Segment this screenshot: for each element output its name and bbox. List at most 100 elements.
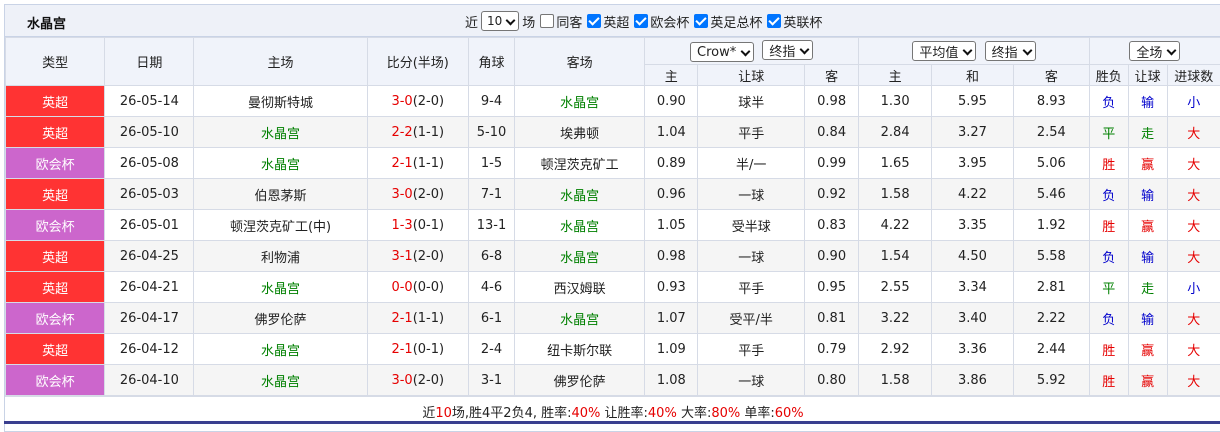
league-checkbox-facup[interactable] <box>694 14 708 28</box>
odds-away[interactable]: 2.44 <box>1013 334 1089 365</box>
away-team-link[interactable]: 水晶宫 <box>515 303 645 334</box>
handicap-home-odds[interactable]: 1.05 <box>645 210 698 241</box>
handicap-line[interactable]: 半/一 <box>698 148 805 179</box>
home-team-link[interactable]: 水晶宫 <box>194 334 367 365</box>
home-team-link[interactable]: 水晶宫 <box>194 272 367 303</box>
odds-draw[interactable]: 3.27 <box>932 117 1014 148</box>
handicap-away-odds[interactable]: 0.81 <box>804 303 858 334</box>
away-team-link[interactable]: 水晶宫 <box>515 210 645 241</box>
odds-away[interactable]: 5.46 <box>1013 179 1089 210</box>
handicap-type-select[interactable]: 终指 <box>762 40 813 60</box>
score-cell[interactable]: 3-0(2-0) <box>367 86 468 117</box>
handicap-home-odds[interactable]: 0.98 <box>645 241 698 272</box>
odds-home[interactable]: 2.92 <box>859 334 932 365</box>
odds-draw[interactable]: 3.86 <box>932 365 1014 396</box>
away-team-link[interactable]: 西汉姆联 <box>515 272 645 303</box>
handicap-home-odds[interactable]: 1.08 <box>645 365 698 396</box>
score-cell[interactable]: 3-0(2-0) <box>367 179 468 210</box>
handicap-line[interactable]: 平手 <box>698 272 805 303</box>
handicap-away-odds[interactable]: 0.90 <box>804 241 858 272</box>
handicap-line[interactable]: 平手 <box>698 117 805 148</box>
recent-count-select[interactable]: 10 <box>481 11 519 31</box>
odds-home[interactable]: 1.54 <box>859 241 932 272</box>
handicap-line[interactable]: 一球 <box>698 179 805 210</box>
handicap-line[interactable]: 一球 <box>698 365 805 396</box>
handicap-away-odds[interactable]: 0.83 <box>804 210 858 241</box>
odds-home[interactable]: 4.22 <box>859 210 932 241</box>
home-team-link[interactable]: 佛罗伦萨 <box>194 303 367 334</box>
odds-away[interactable]: 5.06 <box>1013 148 1089 179</box>
handicap-home-odds[interactable]: 0.93 <box>645 272 698 303</box>
handicap-home-odds[interactable]: 1.07 <box>645 303 698 334</box>
handicap-away-odds[interactable]: 0.99 <box>804 148 858 179</box>
handicap-away-odds[interactable]: 0.95 <box>804 272 858 303</box>
score-cell[interactable]: 3-0(2-0) <box>367 365 468 396</box>
score-cell[interactable]: 2-1(0-1) <box>367 334 468 365</box>
odds-home[interactable]: 3.22 <box>859 303 932 334</box>
odds-draw[interactable]: 4.22 <box>932 179 1014 210</box>
score-cell[interactable]: 1-3(0-1) <box>367 210 468 241</box>
league-checkbox-eflcup[interactable] <box>767 14 781 28</box>
score-cell[interactable]: 0-0(0-0) <box>367 272 468 303</box>
home-team-link[interactable]: 顿涅茨克矿工(中) <box>194 210 367 241</box>
odds-draw[interactable]: 3.34 <box>932 272 1014 303</box>
home-team-link[interactable]: 伯恩茅斯 <box>194 179 367 210</box>
odds-away[interactable]: 8.93 <box>1013 86 1089 117</box>
league-checkbox-uecl[interactable] <box>634 14 648 28</box>
odds-home[interactable]: 2.55 <box>859 272 932 303</box>
handicap-home-odds[interactable]: 0.90 <box>645 86 698 117</box>
handicap-home-odds[interactable]: 1.09 <box>645 334 698 365</box>
same-home-checkbox[interactable] <box>540 14 554 28</box>
away-team-link[interactable]: 水晶宫 <box>515 241 645 272</box>
away-team-link[interactable]: 水晶宫 <box>515 179 645 210</box>
odds-away[interactable]: 1.92 <box>1013 210 1089 241</box>
away-team-link[interactable]: 埃弗顿 <box>515 117 645 148</box>
odds-draw[interactable]: 3.95 <box>932 148 1014 179</box>
home-team-link[interactable]: 曼彻斯特城 <box>194 86 367 117</box>
home-team-link[interactable]: 水晶宫 <box>194 148 367 179</box>
odds-away[interactable]: 2.22 <box>1013 303 1089 334</box>
handicap-home-odds[interactable]: 1.04 <box>645 117 698 148</box>
handicap-line[interactable]: 一球 <box>698 241 805 272</box>
handicap-home-odds[interactable]: 0.96 <box>645 179 698 210</box>
odds-away[interactable]: 5.92 <box>1013 365 1089 396</box>
odds-home[interactable]: 1.30 <box>859 86 932 117</box>
average-select[interactable]: 平均值 <box>912 41 976 61</box>
handicap-line[interactable]: 球半 <box>698 86 805 117</box>
handicap-away-odds[interactable]: 0.80 <box>804 365 858 396</box>
handicap-line[interactable]: 受半球 <box>698 210 805 241</box>
handicap-line[interactable]: 受平/半 <box>698 303 805 334</box>
odds-draw[interactable]: 3.40 <box>932 303 1014 334</box>
away-team-link[interactable]: 顿涅茨克矿工 <box>515 148 645 179</box>
handicap-home-odds[interactable]: 0.89 <box>645 148 698 179</box>
odds-home[interactable]: 1.65 <box>859 148 932 179</box>
handicap-away-odds[interactable]: 0.92 <box>804 179 858 210</box>
score-cell[interactable]: 2-1(1-1) <box>367 303 468 334</box>
period-select[interactable]: 全场 <box>1129 41 1180 61</box>
handicap-away-odds[interactable]: 0.84 <box>804 117 858 148</box>
odds-home[interactable]: 2.84 <box>859 117 932 148</box>
score-cell[interactable]: 2-1(1-1) <box>367 148 468 179</box>
away-team-link[interactable]: 水晶宫 <box>515 86 645 117</box>
score-cell[interactable]: 3-1(2-0) <box>367 241 468 272</box>
odds-away[interactable]: 5.58 <box>1013 241 1089 272</box>
home-team-link[interactable]: 水晶宫 <box>194 117 367 148</box>
handicap-line[interactable]: 平手 <box>698 334 805 365</box>
home-team-link[interactable]: 水晶宫 <box>194 365 367 396</box>
away-team-link[interactable]: 佛罗伦萨 <box>515 365 645 396</box>
odds-away[interactable]: 2.54 <box>1013 117 1089 148</box>
odds-draw[interactable]: 5.95 <box>932 86 1014 117</box>
home-team-link[interactable]: 利物浦 <box>194 241 367 272</box>
odds-draw[interactable]: 3.35 <box>932 210 1014 241</box>
handicap-away-odds[interactable]: 0.79 <box>804 334 858 365</box>
score-cell[interactable]: 2-2(1-1) <box>367 117 468 148</box>
odds-draw[interactable]: 4.50 <box>932 241 1014 272</box>
league-checkbox-epl[interactable] <box>587 14 601 28</box>
odds-type-select[interactable]: 终指 <box>985 41 1036 61</box>
company-select[interactable]: Crow* <box>690 42 754 62</box>
handicap-away-odds[interactable]: 0.98 <box>804 86 858 117</box>
away-team-link[interactable]: 纽卡斯尔联 <box>515 334 645 365</box>
odds-draw[interactable]: 3.36 <box>932 334 1014 365</box>
odds-home[interactable]: 1.58 <box>859 179 932 210</box>
odds-home[interactable]: 1.58 <box>859 365 932 396</box>
